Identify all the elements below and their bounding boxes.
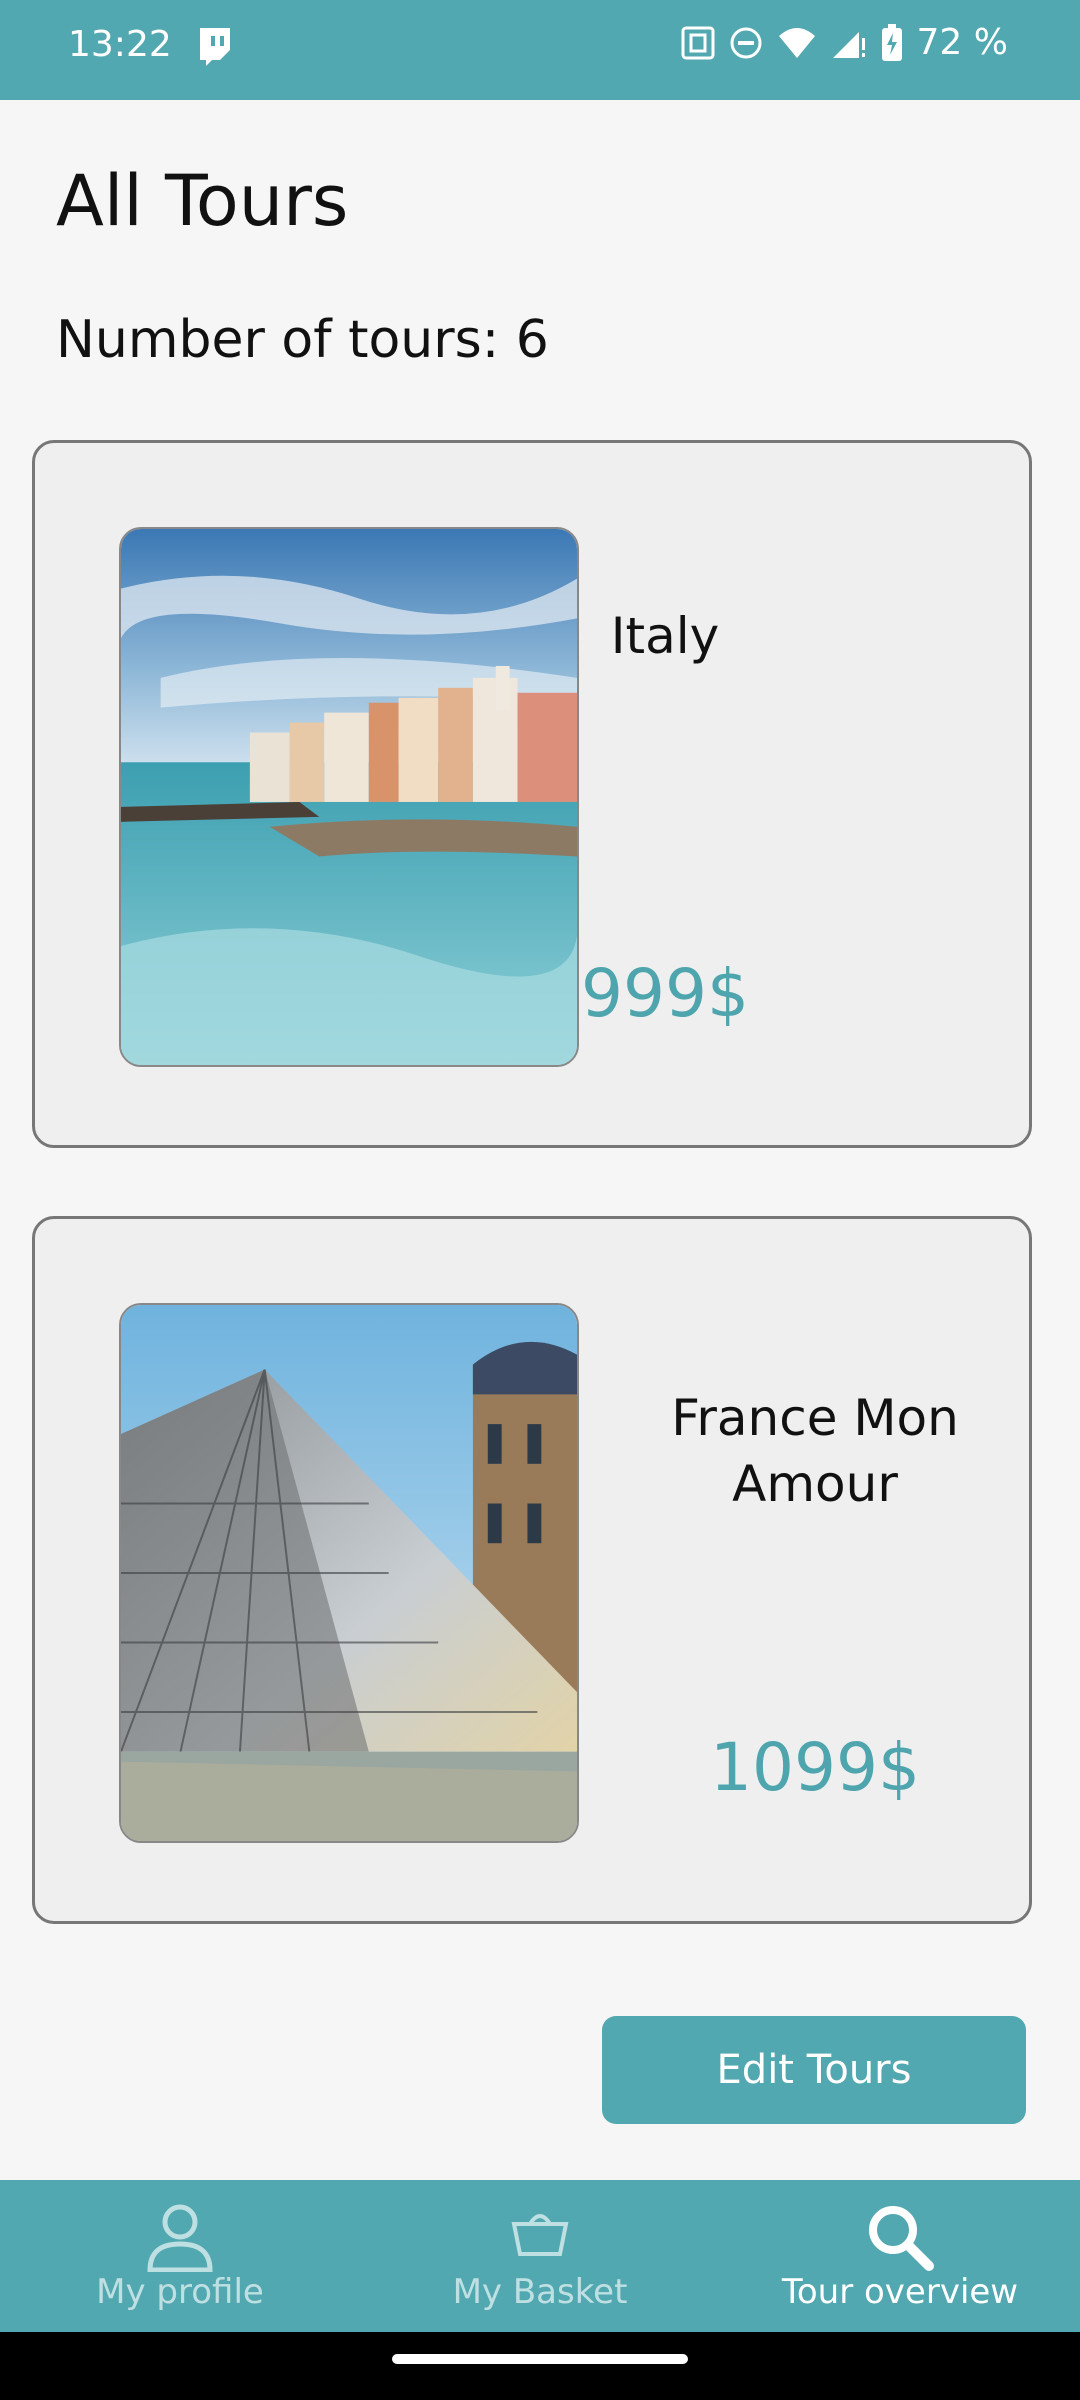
nfc-icon [681,26,715,59]
tour-price: 1099$ [710,1729,920,1806]
signal-icon [832,31,865,58]
tour-name: Italy [610,607,720,665]
nav-label: My profile [96,2272,264,2312]
gesture-bar [0,2332,1080,2400]
person-icon [147,2204,213,2272]
home-gesture-handle[interactable] [392,2354,688,2364]
edit-tours-button[interactable]: Edit Tours [602,2016,1026,2124]
status-icons: 72 % [681,22,1008,63]
nav-label: Tour overview [781,2272,1019,2312]
battery-icon [881,23,902,61]
battery-percent: 72 % [916,22,1008,63]
twitch-icon [200,28,230,66]
tour-card[interactable]: France Mon Amour 1099$ [32,1216,1032,1924]
tour-image [119,1303,579,1843]
status-time: 13:22 [68,24,172,65]
search-icon [869,2206,934,2271]
dnd-icon [730,27,762,58]
nav-item-tour-overview[interactable]: Tour overview [720,2180,1080,2332]
bottom-navigation: My profile My Basket Tour overview [0,2180,1080,2332]
wifi-icon [778,27,815,58]
tour-count: Number of tours: 6 [56,310,549,370]
status-bar: 13:22 72 % [0,0,1080,100]
nav-item-my-profile[interactable]: My profile [0,2180,360,2332]
basket-icon [511,2214,569,2256]
nav-item-my-basket[interactable]: My Basket [360,2180,720,2332]
tour-card[interactable]: Italy 999$ [32,440,1032,1148]
tour-image [119,527,579,1067]
nav-label: My Basket [452,2272,628,2312]
tour-price: 999$ [581,955,749,1032]
page-title: All Tours [56,160,349,242]
tour-name: France Mon Amour [671,1389,959,1513]
